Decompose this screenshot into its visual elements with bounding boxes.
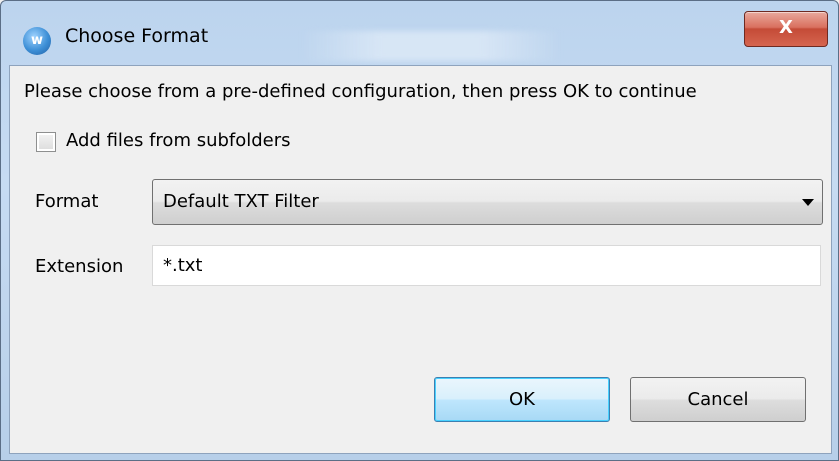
cancel-button[interactable]: Cancel: [630, 377, 806, 422]
format-label: Format: [35, 191, 99, 212]
format-dropdown[interactable]: Default TXT Filter: [152, 179, 823, 225]
window-title: Choose Format: [65, 25, 209, 47]
app-icon: w: [23, 27, 51, 55]
instruction-text: Please choose from a pre-defined configu…: [24, 81, 697, 102]
ok-button[interactable]: OK: [434, 377, 610, 422]
format-selected-value: Default TXT Filter: [163, 191, 319, 212]
subfolders-checkbox-label[interactable]: Add files from subfolders: [66, 130, 291, 151]
extension-label: Extension: [35, 256, 124, 277]
extension-input[interactable]: [153, 246, 820, 285]
subfolders-checkbox[interactable]: [36, 132, 56, 152]
close-icon: X: [779, 17, 793, 38]
extension-field-box: [152, 245, 821, 286]
title-bar[interactable]: w Choose Format X: [1, 1, 838, 65]
background-blur: [301, 31, 561, 61]
dropdown-arrow-icon: [802, 199, 814, 206]
close-button[interactable]: X: [744, 11, 828, 47]
